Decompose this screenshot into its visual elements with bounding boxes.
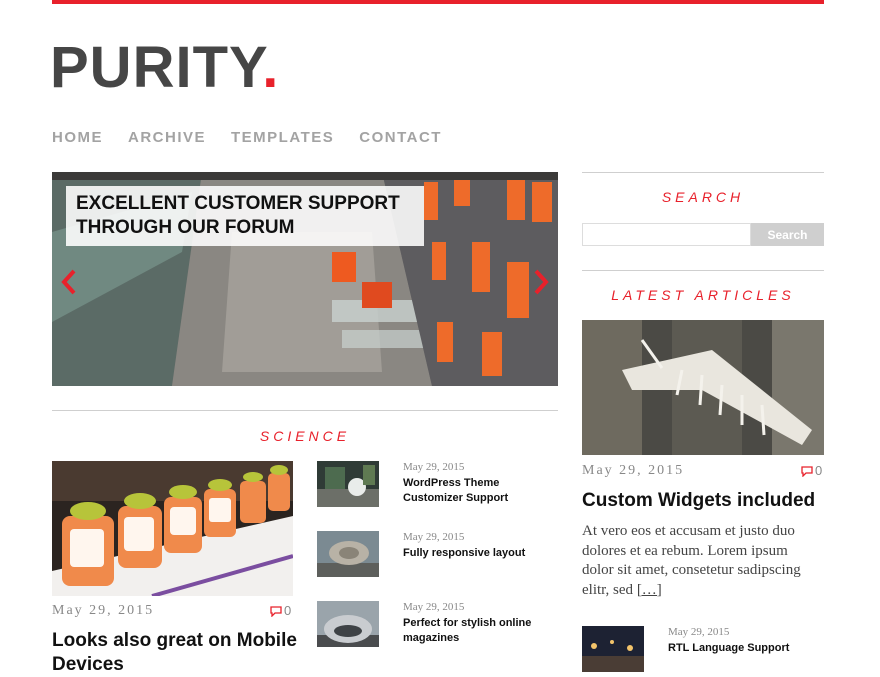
nav-archive[interactable]: ARCHIVE (128, 128, 206, 148)
nav-contact[interactable]: CONTACT (359, 128, 442, 148)
main-nav: HOME ARCHIVE TEMPLATES CONTACT (52, 128, 467, 148)
logo-text: PURITY (50, 35, 263, 100)
list-item-thumbnail[interactable] (582, 626, 644, 672)
latest-article-comments[interactable]: 0 (801, 463, 822, 478)
nav-templates[interactable]: TEMPLATES (231, 128, 334, 148)
featured-article-title[interactable]: Looks also great on Mobile Devices (52, 629, 302, 677)
comment-count: 0 (284, 603, 292, 618)
latest-article-date: May 29, 2015 (582, 463, 685, 478)
latest-article-excerpt: At vero eos et accusam et justo duo dolo… (582, 522, 822, 600)
featured-article-image[interactable] (52, 461, 293, 596)
comment-icon (270, 605, 282, 617)
list-item-title[interactable]: Perfect for stylish online magazines (403, 616, 553, 646)
list-item-date: May 29, 2015 (403, 601, 465, 613)
list-item-thumbnail[interactable] (317, 461, 379, 507)
section-divider (52, 410, 558, 411)
list-item-title[interactable]: Fully responsive layout (403, 546, 553, 561)
list-item[interactable]: May 29, 2015 Fully responsive layout (317, 531, 557, 581)
science-section-title: SCIENCE (259, 428, 351, 444)
list-item-date: May 29, 2015 (403, 461, 465, 473)
read-more-link[interactable]: […] (637, 582, 662, 598)
list-item[interactable]: May 29, 2015 Perfect for stylish online … (317, 601, 557, 651)
sidebar-divider (582, 172, 824, 173)
sidebar-list-item[interactable]: May 29, 2015 RTL Language Support (582, 626, 822, 676)
chevron-left-icon[interactable] (60, 268, 78, 296)
list-item-thumbnail[interactable] (317, 531, 379, 577)
latest-article-image[interactable] (582, 320, 824, 455)
list-item-date: May 29, 2015 (403, 531, 465, 543)
search-input[interactable] (582, 223, 751, 246)
comment-count: 0 (815, 463, 823, 478)
featured-article-comments[interactable]: 0 (270, 603, 291, 618)
sidebar-divider (582, 270, 824, 271)
featured-slider[interactable]: EXCELLENT CUSTOMER SUPPORT THROUGH OUR F… (52, 172, 558, 386)
latest-article-title[interactable]: Custom Widgets included (582, 489, 824, 513)
chevron-right-icon[interactable] (532, 268, 550, 296)
comment-icon (801, 465, 813, 477)
logo-dot: . (262, 35, 280, 100)
list-item-title[interactable]: RTL Language Support (668, 641, 818, 656)
list-item-thumbnail[interactable] (317, 601, 379, 647)
slide-caption-line2: THROUGH OUR FORUM (76, 217, 295, 238)
search-widget-title: SEARCH (661, 189, 745, 205)
search-button[interactable]: Search (751, 223, 824, 246)
slide-caption-line1: EXCELLENT CUSTOMER SUPPORT (76, 193, 400, 214)
slide-caption[interactable]: EXCELLENT CUSTOMER SUPPORT THROUGH OUR F… (66, 186, 424, 246)
excerpt-text: At vero eos et accusam et justo duo dolo… (582, 523, 801, 598)
list-item-title[interactable]: WordPress Theme Customizer Support (403, 476, 553, 506)
site-logo[interactable]: PURITY. (50, 36, 279, 100)
nav-home[interactable]: HOME (52, 128, 103, 148)
latest-articles-title: LATEST ARTICLES (611, 287, 795, 303)
top-accent-bar (52, 0, 824, 4)
featured-article-date: May 29, 2015 (52, 603, 155, 618)
list-item-date: May 29, 2015 (668, 626, 730, 638)
list-item[interactable]: May 29, 2015 WordPress Theme Customizer … (317, 461, 557, 511)
